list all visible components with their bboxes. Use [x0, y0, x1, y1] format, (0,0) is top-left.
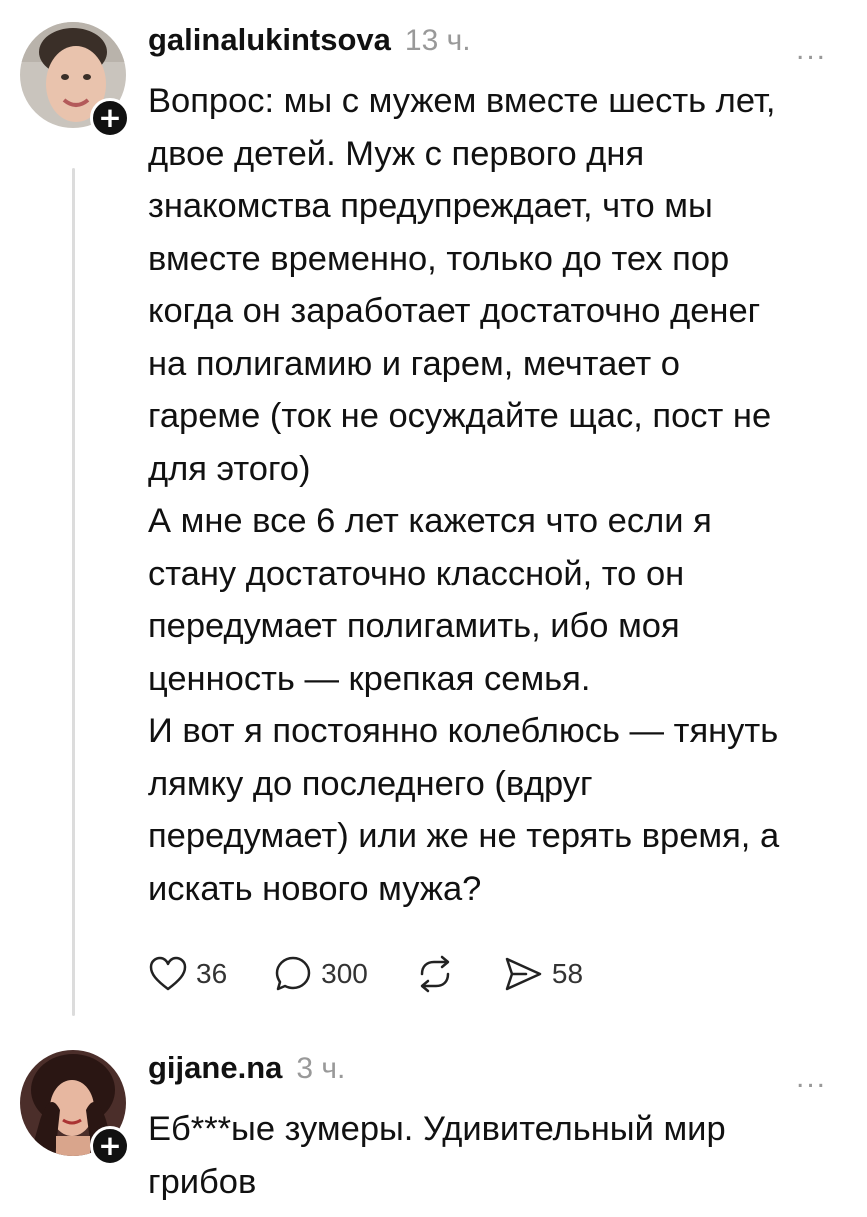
- send-icon: [502, 954, 544, 994]
- post-time: 13 ч.: [404, 24, 471, 57]
- post-time: 3 ч.: [296, 1052, 346, 1085]
- post-actions: 36 300 58: [148, 950, 629, 998]
- more-options-button[interactable]: ...: [796, 35, 827, 65]
- more-options-button[interactable]: ...: [796, 1063, 827, 1093]
- post-header: galinalukintsova 13 ч.: [148, 22, 471, 62]
- like-count: 36: [196, 958, 228, 989]
- share-button[interactable]: 58: [502, 954, 583, 994]
- heart-icon: [148, 955, 188, 993]
- follow-plus-button[interactable]: +: [90, 1126, 130, 1166]
- follow-plus-button[interactable]: +: [90, 98, 130, 138]
- username[interactable]: gijane.na: [148, 1050, 282, 1086]
- post-card: + galinalukintsova 13 ч. ... Вопрос: мы …: [0, 0, 867, 1016]
- repost-button[interactable]: [414, 954, 456, 994]
- thread-line: [72, 168, 75, 1016]
- comment-button[interactable]: 300: [273, 954, 368, 994]
- share-count: 58: [551, 958, 584, 989]
- like-button[interactable]: 36: [148, 955, 227, 993]
- post-text: Еб***ые зумеры. Удивительный мир грибов: [148, 1110, 726, 1201]
- username[interactable]: galinalukintsova: [148, 22, 391, 58]
- post-header: gijane.na 3 ч.: [148, 1050, 345, 1090]
- comment-count: 300: [321, 958, 368, 989]
- repost-icon: [414, 954, 456, 994]
- post-text: Вопрос: мы с мужем вместе шесть лет, дво…: [148, 82, 780, 908]
- author-avatar-wrapper[interactable]: +: [20, 1050, 130, 1166]
- author-avatar-wrapper[interactable]: +: [20, 22, 130, 138]
- post-card: + gijane.na 3 ч. ... Еб***ые зумеры. Уди…: [0, 1030, 867, 1217]
- comment-icon: [273, 954, 313, 994]
